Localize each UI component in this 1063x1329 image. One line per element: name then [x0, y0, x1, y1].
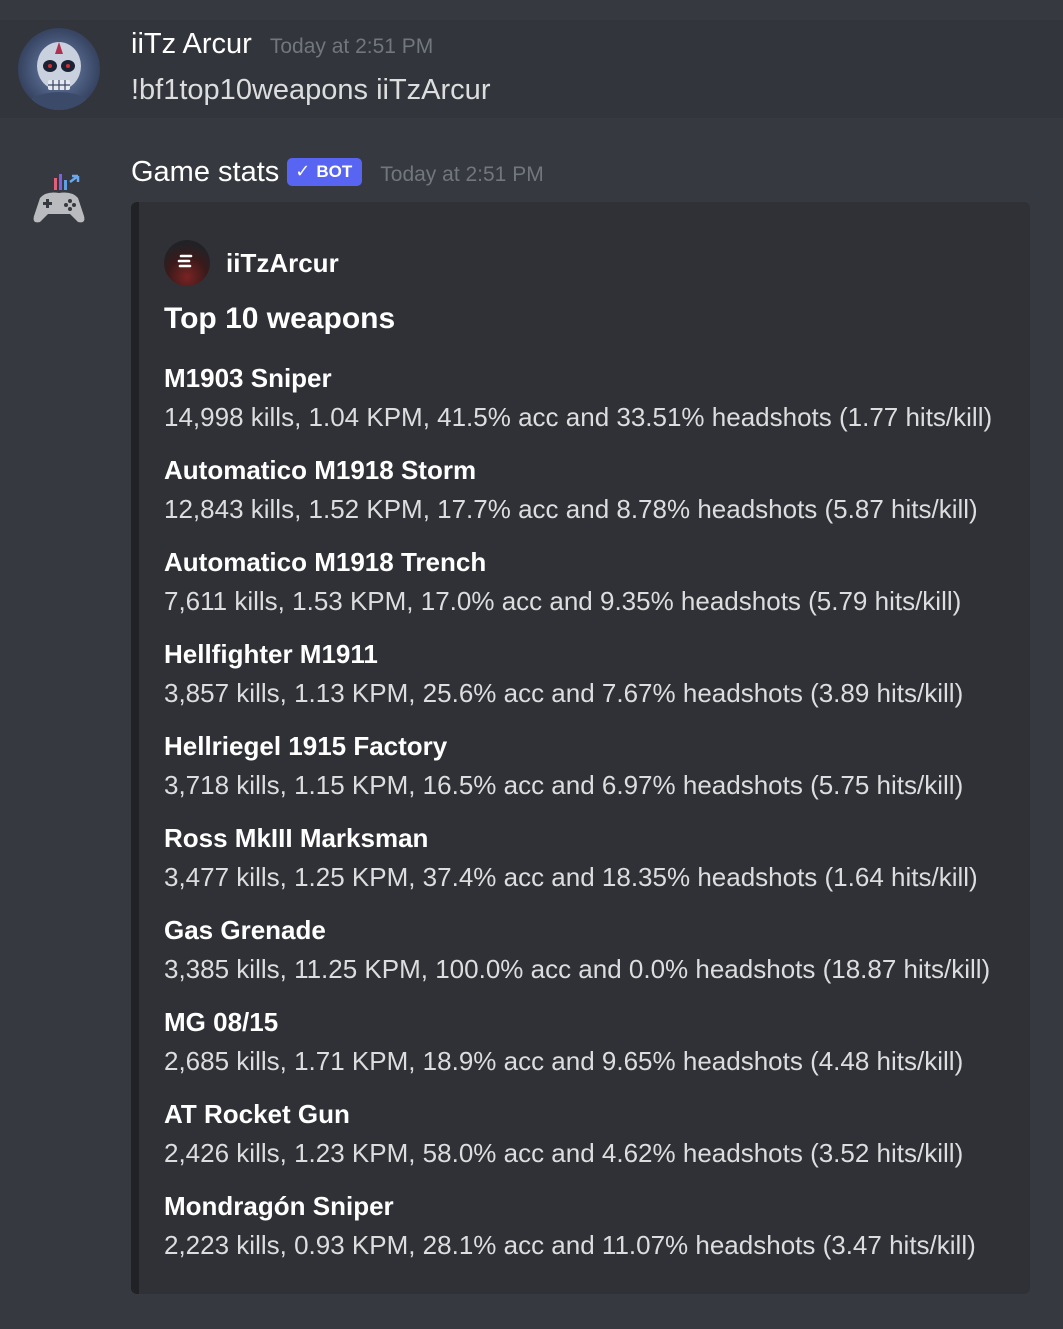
field-name: Automatico M1918 Trench: [164, 547, 487, 577]
bf1-logo-icon: [164, 240, 210, 286]
bot-avatar[interactable]: [18, 158, 100, 240]
field-value: 7,611 kills, 1.53 KPM, 17.0% acc and 9.3…: [164, 586, 962, 616]
field-name: Hellriegel 1915 Factory: [164, 731, 448, 761]
field-name: Ross MkIII Marksman: [164, 823, 429, 853]
field-name: AT Rocket Gun: [164, 1099, 350, 1129]
embed-author-name[interactable]: iiTzArcur: [226, 248, 339, 279]
embed-field: Ross MkIII Marksman 3,477 kills, 1.25 KP…: [164, 820, 1024, 912]
skull-avatar-icon: [18, 28, 100, 110]
gamepad-icon: [33, 174, 85, 223]
field-value: 2,223 kills, 0.93 KPM, 28.1% acc and 11.…: [164, 1230, 976, 1260]
embed-field: Automatico M1918 Trench 7,611 kills, 1.5…: [164, 544, 1024, 636]
field-value: 2,426 kills, 1.23 KPM, 58.0% acc and 4.6…: [164, 1138, 964, 1168]
embed-title: Top 10 weapons: [164, 302, 396, 335]
field-name: Gas Grenade: [164, 915, 326, 945]
user-avatar[interactable]: [18, 28, 100, 110]
user-message-content: !bf1top10weapons iiTzArcur: [131, 74, 491, 106]
embed-field: M1903 Sniper 14,998 kills, 1.04 KPM, 41.…: [164, 360, 1024, 452]
field-name: Hellfighter M1911: [164, 639, 378, 669]
embed-field: Automatico M1918 Storm 12,843 kills, 1.5…: [164, 452, 1024, 544]
field-value: 3,385 kills, 11.25 KPM, 100.0% acc and 0…: [164, 954, 991, 984]
field-value: 3,477 kills, 1.25 KPM, 37.4% acc and 18.…: [164, 862, 978, 892]
field-name: MG 08/15: [164, 1007, 279, 1037]
field-name: Mondragón Sniper: [164, 1191, 394, 1221]
bot-message-timestamp: Today at 2:51 PM: [380, 163, 544, 186]
bot-tag-label: BOT: [316, 161, 353, 181]
field-value: 2,685 kills, 1.71 KPM, 18.9% acc and 9.6…: [164, 1046, 964, 1076]
field-value: 12,843 kills, 1.52 KPM, 17.7% acc and 8.…: [164, 494, 978, 524]
embed-field: AT Rocket Gun 2,426 kills, 1.23 KPM, 58.…: [164, 1096, 1024, 1188]
user-message-timestamp: Today at 2:51 PM: [269, 35, 434, 58]
embed-author: iiTzArcur: [164, 240, 339, 286]
top-strip: [0, 0, 1063, 20]
field-name: Automatico M1918 Storm: [164, 455, 477, 485]
bot-username[interactable]: Game stats: [131, 156, 279, 189]
embed-field: Hellfighter M1911 3,857 kills, 1.13 KPM,…: [164, 636, 1024, 728]
embed-field: Hellriegel 1915 Factory 3,718 kills, 1.1…: [164, 728, 1024, 820]
field-value: 14,998 kills, 1.04 KPM, 41.5% acc and 33…: [164, 402, 993, 432]
user-message: iiTz Arcur Today at 2:51 PM !bf1top10wea…: [0, 20, 1063, 118]
field-value: 3,857 kills, 1.13 KPM, 25.6% acc and 7.6…: [164, 678, 964, 708]
embed-field: MG 08/15 2,685 kills, 1.71 KPM, 18.9% ac…: [164, 1004, 1024, 1096]
checkmark-icon: ✓: [295, 161, 311, 181]
field-name: M1903 Sniper: [164, 363, 332, 393]
bot-message: Game stats ✓ BOT Today at 2:51 PM iiTzAr…: [0, 120, 1063, 1329]
embed-field: Gas Grenade 3,385 kills, 11.25 KPM, 100.…: [164, 912, 1024, 1004]
field-value: 3,718 kills, 1.15 KPM, 16.5% acc and 6.9…: [164, 770, 964, 800]
embed-fields: M1903 Sniper 14,998 kills, 1.04 KPM, 41.…: [164, 360, 1024, 1280]
bot-tag: ✓ BOT: [287, 157, 363, 186]
embed-field: Mondragón Sniper 2,223 kills, 0.93 KPM, …: [164, 1188, 1024, 1280]
embed: iiTzArcur Top 10 weapons M1903 Sniper 14…: [131, 202, 1030, 1294]
user-username[interactable]: iiTz Arcur: [131, 28, 252, 61]
